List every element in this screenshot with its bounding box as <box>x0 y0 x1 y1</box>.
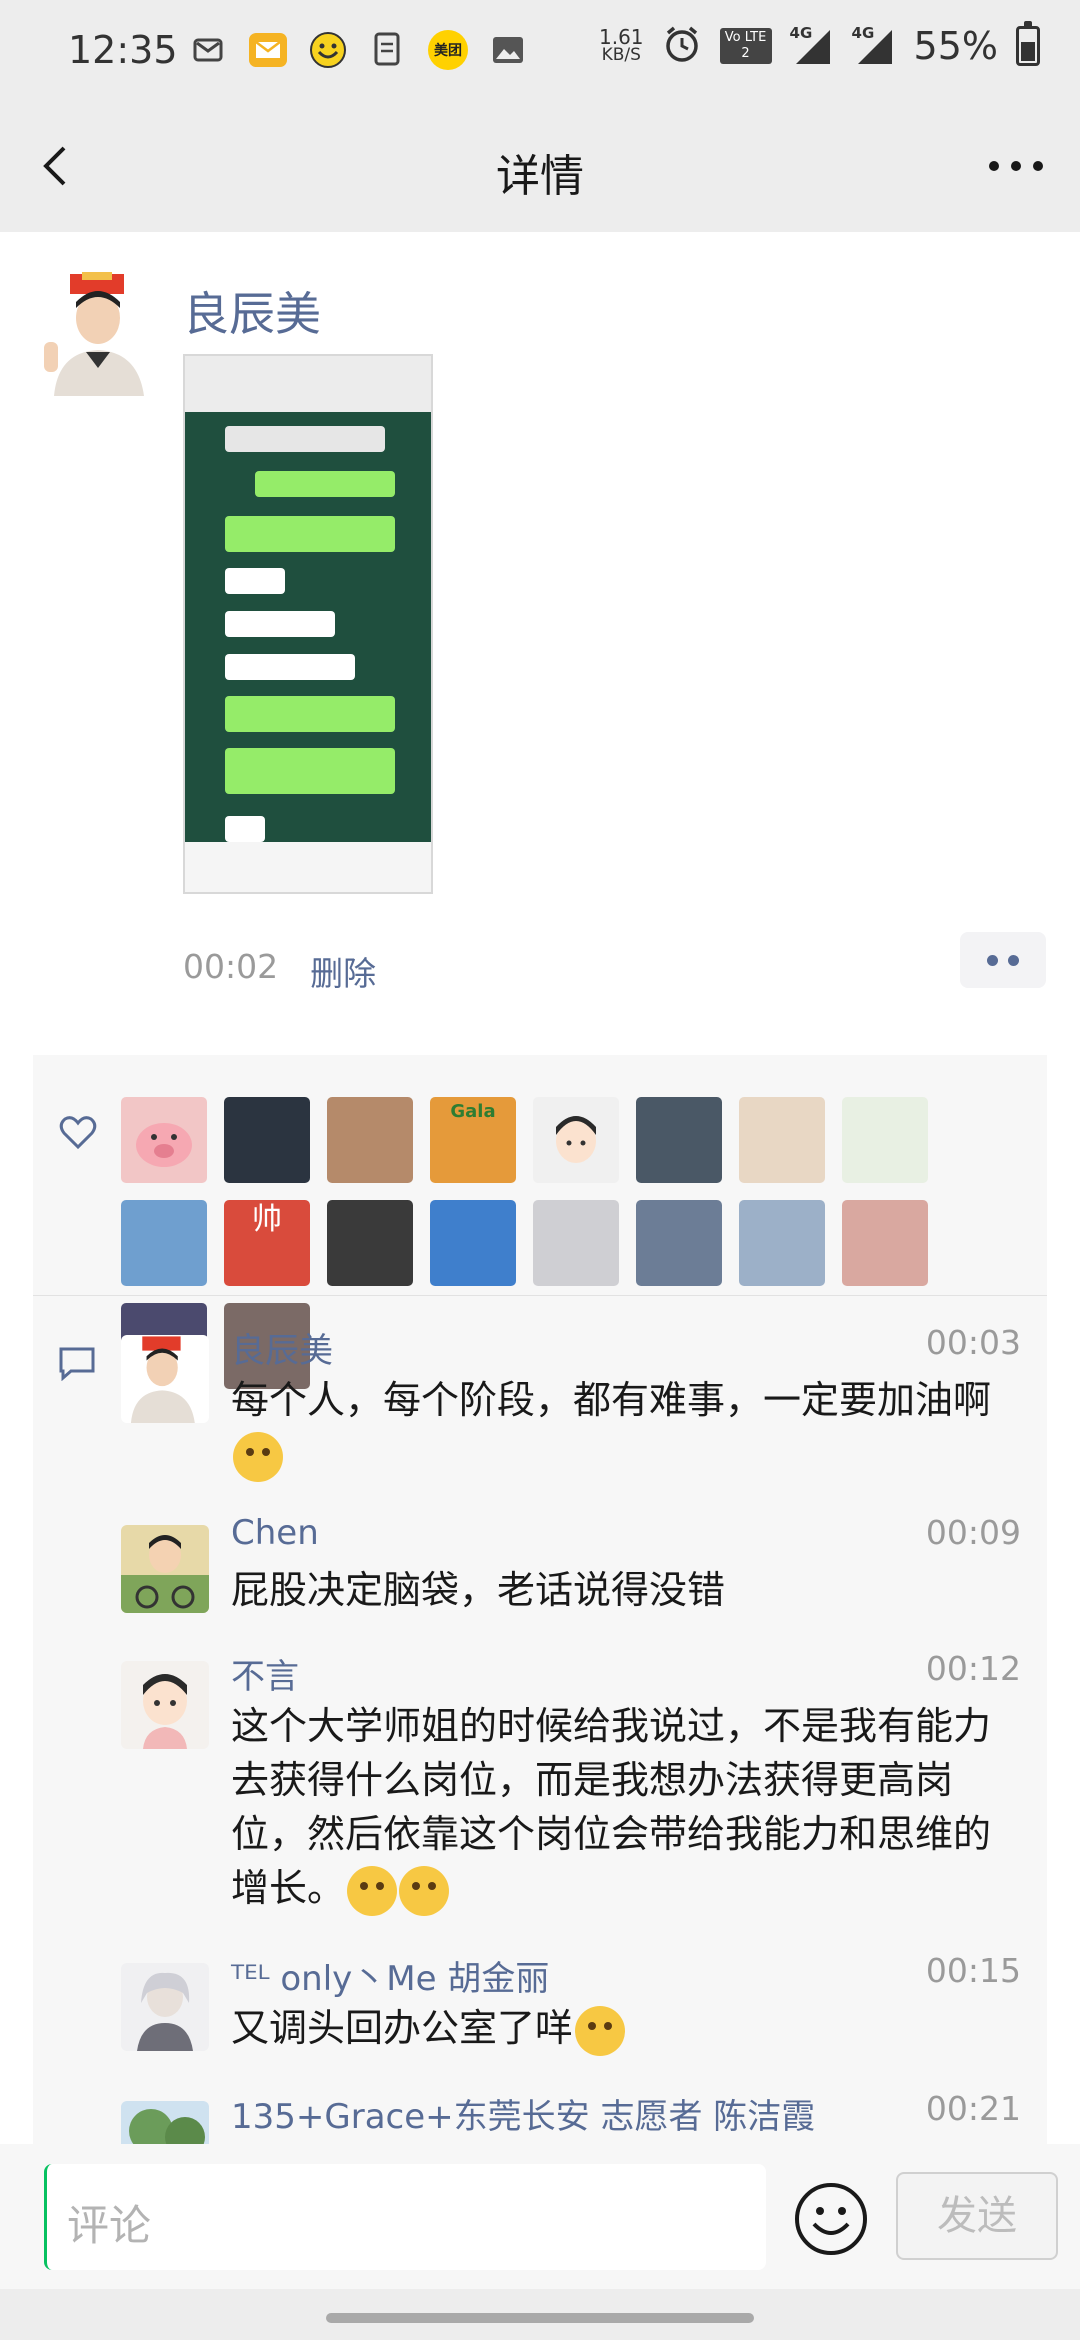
liker-avatar[interactable] <box>533 1097 619 1183</box>
comment-item[interactable]: 不言 00:12 这个大学师姐的时候给我说过，不是我有能力去获得什么岗位，而是我… <box>121 1649 1021 1919</box>
battery-text: 55% <box>913 24 998 68</box>
battery-icon <box>1016 21 1040 66</box>
status-bar: 12:35 美团 1.61 KB/S Vo LTE 2 4G 4G 55% <box>0 0 1080 100</box>
screenshot-header <box>185 356 431 412</box>
commenter-name[interactable]: Chen <box>231 1513 319 1553</box>
cartoon-face-icon <box>556 1116 596 1163</box>
liker-avatar[interactable] <box>121 1097 207 1183</box>
commenter-avatar[interactable] <box>121 1525 209 1613</box>
notification-icons: 美团 <box>188 30 528 70</box>
more-button[interactable] <box>980 150 1052 182</box>
liker-avatar[interactable] <box>739 1097 825 1183</box>
liker-avatar[interactable] <box>842 1200 928 1286</box>
liker-avatar[interactable] <box>739 1200 825 1286</box>
liker-avatar[interactable] <box>327 1200 413 1286</box>
home-indicator[interactable] <box>326 2313 754 2323</box>
signal-icon-2: 4G <box>852 24 896 66</box>
smiley-icon <box>795 2183 867 2255</box>
likes-comments-panel: Gala 帅 良辰美 00:03 每个人，每个阶段，都有难事，一定要加油啊 Ch… <box>33 1055 1047 2144</box>
commenter-name[interactable]: 不言 <box>231 1649 299 1698</box>
action-dot <box>1008 954 1019 966</box>
chat-bubble <box>225 611 335 637</box>
liker-avatar[interactable]: Gala <box>430 1097 516 1183</box>
divider <box>33 1295 1047 1296</box>
chat-bubble <box>225 654 355 680</box>
comment-icon <box>59 1347 95 1381</box>
liker-avatar[interactable] <box>636 1097 722 1183</box>
mail-icon <box>188 30 228 70</box>
poster-name[interactable]: 良辰美 <box>183 278 321 344</box>
chat-bubble <box>225 748 395 794</box>
comment-item[interactable]: 良辰美 00:03 每个人，每个阶段，都有难事，一定要加油啊 <box>121 1323 1021 1482</box>
send-button[interactable]: 发送 <box>896 2172 1058 2260</box>
comment-time: 00:12 <box>925 1649 1021 1688</box>
status-time: 12:35 <box>68 28 178 72</box>
more-dots-icon <box>989 161 1043 171</box>
pig-icon <box>136 1123 192 1167</box>
status-right: 1.61 KB/S Vo LTE 2 4G 4G 55% <box>599 21 1040 68</box>
chat-bubble <box>225 516 395 552</box>
comment-text: 每个人，每个阶段，都有难事，一定要加油啊 <box>231 1373 1001 1482</box>
comment-time: 00:03 <box>925 1323 1021 1362</box>
volte-icon: Vo LTE 2 <box>719 28 772 64</box>
nav-bar: 详情 <box>0 100 1080 232</box>
delete-link[interactable]: 删除 <box>310 947 376 995</box>
liker-avatar[interactable] <box>430 1200 516 1286</box>
thinking-emoji-icon <box>233 1431 283 1482</box>
moment-detail: 良辰美 00:02 删除 Gala 帅 良辰美 00:03 每个人，每个阶段，都… <box>0 232 1080 2144</box>
commenter-name[interactable]: 良辰美 <box>231 1323 333 1372</box>
commenter-avatar[interactable] <box>121 1963 209 2051</box>
unamused-emoji-icon <box>575 2005 626 2056</box>
comment-item[interactable]: Chen 00:09 屁股决定脑袋，老话说得没错 <box>121 1513 1021 1623</box>
commenter-avatar[interactable] <box>121 1661 209 1749</box>
liker-avatar[interactable] <box>842 1097 928 1183</box>
liker-avatar[interactable] <box>327 1097 413 1183</box>
chat-bubble <box>255 471 395 497</box>
liker-avatar[interactable] <box>224 1097 310 1183</box>
smirk-emoji-icon <box>399 1865 450 1916</box>
commenter-name[interactable]: 135+Grace+东莞长安 志愿者 陈洁霞 <box>231 2089 815 2138</box>
alarm-icon <box>662 24 702 68</box>
comment-item[interactable]: 135+Grace+东莞长安 志愿者 陈洁霞 00:21 <box>121 2089 1021 2144</box>
comment-text: 又调头回办公室了咩 <box>231 2001 1001 2056</box>
email-icon <box>248 30 288 70</box>
post-meta: 00:02 删除 <box>183 947 376 995</box>
action-dot <box>987 954 998 966</box>
liker-avatar[interactable] <box>121 1200 207 1286</box>
screenshot-input-bar <box>185 842 431 892</box>
post-image[interactable] <box>183 354 433 894</box>
post-time: 00:02 <box>183 947 279 986</box>
gallery-icon <box>488 30 528 70</box>
emoji-button[interactable] <box>792 2180 870 2258</box>
liker-avatar[interactable] <box>533 1200 619 1286</box>
comment-time: 00:09 <box>925 1513 1021 1552</box>
comment-bar: 评论 发送 <box>0 2144 1080 2289</box>
emoji-app-icon <box>308 30 348 70</box>
chat-bubble <box>225 426 385 452</box>
document-icon <box>368 30 408 70</box>
chat-bubble <box>225 568 285 594</box>
commenter-name[interactable]: ᵀᴱᴸ only丶Me 胡金丽 <box>231 1951 549 2000</box>
network-speed: 1.61 KB/S <box>599 25 644 65</box>
page-title: 详情 <box>496 151 584 202</box>
comment-time: 00:15 <box>925 1951 1021 1990</box>
comment-time: 00:21 <box>925 2089 1021 2128</box>
heart-icon <box>59 1116 97 1150</box>
comment-input[interactable]: 评论 <box>44 2164 766 2270</box>
comment-text: 屁股决定脑袋，老话说得没错 <box>231 1568 726 1612</box>
comment-text: 这个大学师姐的时候给我说过，不是我有能力去获得什么岗位，而是我想办法获得更高岗位… <box>231 1699 1001 1916</box>
commenter-avatar[interactable] <box>121 1335 209 1423</box>
poster-avatar[interactable] <box>40 272 164 396</box>
commenter-avatar[interactable] <box>121 2101 209 2144</box>
liker-avatar[interactable] <box>636 1200 722 1286</box>
comment-item[interactable]: ᵀᴱᴸ only丶Me 胡金丽 00:15 又调头回办公室了咩 <box>121 1951 1021 2061</box>
meituan-icon: 美团 <box>428 30 468 70</box>
like-comment-button[interactable] <box>960 932 1046 988</box>
signal-icon-1: 4G <box>790 24 834 66</box>
chat-bubble <box>225 816 265 842</box>
liker-avatar[interactable]: 帅 <box>224 1200 310 1286</box>
smirk-emoji-icon <box>347 1865 398 1916</box>
chat-bubble <box>225 696 395 732</box>
